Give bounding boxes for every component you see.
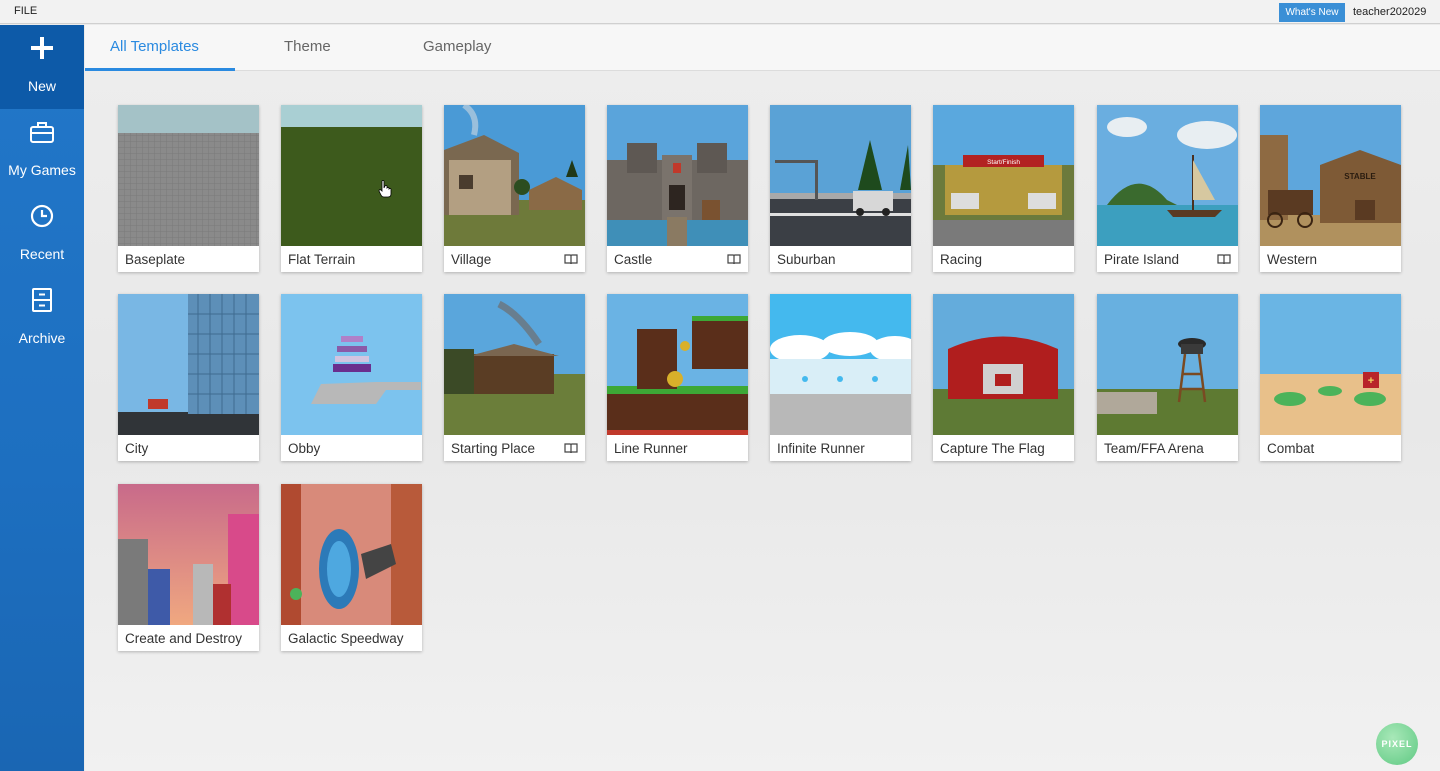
book-icon (564, 254, 578, 265)
book-icon (1217, 254, 1231, 265)
book-icon (727, 254, 741, 265)
briefcase-icon (30, 122, 54, 143)
sidebar-item-new[interactable]: New (0, 25, 84, 109)
tab-all-templates[interactable]: All Templates (110, 38, 199, 55)
template-thumbnail (118, 294, 259, 435)
sidebar: New My Games Recent Archive (0, 25, 84, 771)
template-label: Castle (614, 252, 653, 267)
template-thumbnail (770, 294, 911, 435)
template-card-team-ffa-arena[interactable]: Team/FFA Arena (1097, 294, 1238, 461)
template-card-castle[interactable]: Castle (607, 105, 748, 272)
template-thumbnail: Start/Finish (933, 105, 1074, 246)
book-icon (564, 443, 578, 454)
template-thumbnail (607, 105, 748, 246)
sidebar-item-label: Recent (19, 246, 65, 262)
template-thumbnail (1097, 105, 1238, 246)
template-label: Western (1267, 252, 1318, 267)
template-card-flat-terrain[interactable]: Flat Terrain (281, 105, 422, 272)
template-card-baseplate[interactable]: Baseplate (118, 105, 259, 272)
template-card-capture-the-flag[interactable]: Capture The Flag (933, 294, 1074, 461)
template-thumbnail (281, 105, 422, 246)
template-label: Infinite Runner (777, 441, 865, 456)
western-sign-text: STABLE (1344, 172, 1376, 181)
whats-new-button[interactable]: What's New (1279, 3, 1345, 22)
template-card-infinite-runner[interactable]: Infinite Runner (770, 294, 911, 461)
pixel-watermark-logo: PIXEL (1376, 723, 1418, 765)
tab-gameplay[interactable]: Gameplay (423, 38, 491, 55)
template-card-starting-place[interactable]: Starting Place (444, 294, 585, 461)
template-label: Combat (1267, 441, 1315, 456)
sidebar-item-label: My Games (8, 162, 76, 178)
template-label: Create and Destroy (125, 631, 243, 646)
template-thumbnail (281, 484, 422, 625)
template-label: City (125, 441, 149, 456)
clock-icon (30, 204, 54, 228)
template-thumbnail: + (1260, 294, 1401, 435)
template-label: Baseplate (125, 252, 186, 267)
tab-theme[interactable]: Theme (284, 38, 331, 55)
template-label: Racing (940, 252, 983, 267)
template-card-racing[interactable]: Start/Finish Racing (933, 105, 1074, 272)
template-label: Capture The Flag (940, 441, 1045, 456)
template-thumbnail (607, 294, 748, 435)
template-thumbnail (444, 105, 585, 246)
template-card-obby[interactable]: Obby (281, 294, 422, 461)
template-card-village[interactable]: Village (444, 105, 585, 272)
plus-icon (31, 37, 53, 59)
template-label: Line Runner (614, 441, 688, 456)
sidebar-item-recent[interactable]: Recent (0, 193, 84, 277)
template-label: Flat Terrain (288, 252, 356, 267)
template-thumbnail (118, 484, 259, 625)
template-label: Galactic Speedway (288, 631, 404, 646)
sidebar-item-label: Archive (18, 330, 66, 346)
archive-icon (32, 288, 52, 312)
template-thumbnail (770, 105, 911, 246)
template-card-city[interactable]: City (118, 294, 259, 461)
racing-banner-text: Start/Finish (987, 159, 1020, 166)
template-label: Suburban (777, 252, 836, 267)
template-label: Obby (288, 441, 321, 456)
template-thumbnail (281, 294, 422, 435)
username-label[interactable]: teacher202029 (1353, 6, 1426, 18)
hand-cursor-icon (378, 180, 392, 198)
sidebar-item-my-games[interactable]: My Games (0, 109, 84, 193)
sidebar-item-label: New (27, 78, 56, 94)
template-thumbnail (933, 294, 1074, 435)
template-card-suburban[interactable]: Suburban (770, 105, 911, 272)
template-label: Village (451, 252, 492, 267)
template-card-galactic-speedway[interactable]: Galactic Speedway (281, 484, 422, 651)
template-thumbnail (118, 105, 259, 246)
template-thumbnail (1097, 294, 1238, 435)
top-menu-bar: FILE What's New teacher202029 (0, 0, 1440, 24)
svg-text:+: + (1368, 375, 1374, 387)
template-label: Team/FFA Arena (1104, 441, 1204, 456)
template-label: Pirate Island (1104, 252, 1180, 267)
template-card-line-runner[interactable]: Line Runner (607, 294, 748, 461)
template-thumbnail: STABLE (1260, 105, 1401, 246)
template-thumbnail (444, 294, 585, 435)
template-tabs: All Templates Theme Gameplay (85, 25, 1440, 71)
sidebar-item-archive[interactable]: Archive (0, 277, 84, 361)
template-label: Starting Place (451, 441, 536, 456)
template-card-pirate-island[interactable]: Pirate Island (1097, 105, 1238, 272)
template-card-create-and-destroy[interactable]: Create and Destroy (118, 484, 259, 651)
template-card-western[interactable]: STABLE Western (1260, 105, 1401, 272)
template-card-combat[interactable]: + Combat (1260, 294, 1401, 461)
file-menu[interactable]: FILE (14, 5, 37, 17)
